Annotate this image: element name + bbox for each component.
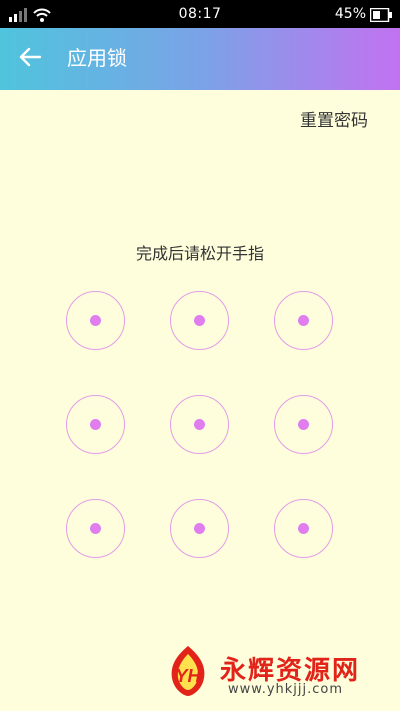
node-dot	[194, 523, 205, 534]
node-dot	[298, 419, 309, 430]
svg-text:YH: YH	[175, 666, 201, 686]
pattern-node-7[interactable]	[66, 499, 125, 558]
node-dot	[90, 419, 101, 430]
pattern-node-9[interactable]	[274, 499, 333, 558]
reset-password-link[interactable]: 重置密码	[300, 106, 368, 131]
status-bar: 08:17 45%	[0, 0, 400, 28]
node-dot	[194, 419, 205, 430]
pattern-node-5[interactable]	[170, 395, 229, 454]
watermark-url: www.yhkjjj.com	[228, 682, 344, 697]
pattern-node-2[interactable]	[170, 291, 229, 350]
pattern-node-3[interactable]	[274, 291, 333, 350]
pattern-node-6[interactable]	[274, 395, 333, 454]
app-header: 应用锁	[0, 28, 400, 90]
pattern-lock-grid[interactable]	[66, 291, 334, 561]
node-dot	[298, 315, 309, 326]
pattern-instruction: 完成后请松开手指	[135, 244, 264, 263]
pattern-node-4[interactable]	[66, 395, 125, 454]
node-dot	[194, 315, 205, 326]
node-dot	[298, 523, 309, 534]
battery-icon	[369, 7, 392, 26]
node-dot	[90, 315, 101, 326]
watermark: YH 永辉资源网 www.yhkjjj.com	[158, 640, 378, 702]
back-button[interactable]	[14, 43, 46, 75]
node-dot	[90, 523, 101, 534]
battery-percent: 45%	[334, 6, 366, 22]
pattern-node-8[interactable]	[170, 499, 229, 558]
watermark-logo: YH	[158, 640, 218, 704]
pattern-node-1[interactable]	[66, 291, 125, 350]
arrow-left-icon	[19, 47, 42, 71]
page-title: 应用锁	[67, 46, 127, 70]
